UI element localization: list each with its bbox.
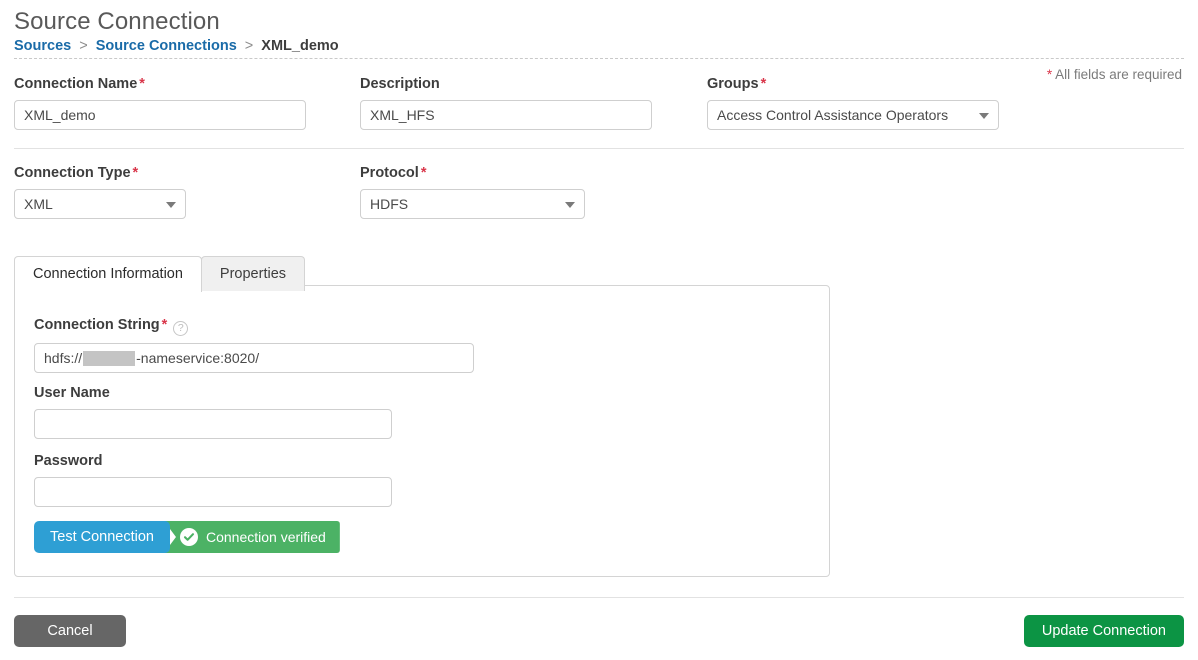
- label-user-name-text: User Name: [34, 385, 110, 401]
- breadcrumb: Sources > Source Connections > XML_demo: [14, 38, 339, 55]
- protocol-selected-value: HDFS: [370, 196, 409, 212]
- page-title: Source Connection: [14, 8, 220, 35]
- connection-information-panel: Connection String *? hdfs:// -nameservice:…: [14, 285, 830, 577]
- section-divider: [14, 148, 1184, 149]
- redaction-block: [83, 350, 136, 366]
- connection-name-required-star: *: [139, 76, 145, 92]
- required-note-text: All fields are required: [1055, 67, 1182, 82]
- connection-string-required-star: *: [161, 317, 168, 333]
- cancel-button[interactable]: Cancel: [14, 615, 126, 647]
- field-groups: Groups * Access Control Assistance Operat…: [707, 76, 999, 130]
- label-password-text: Password: [34, 453, 103, 469]
- check-circle-icon: [179, 528, 198, 546]
- user-name-input[interactable]: [34, 409, 392, 439]
- breadcrumb-current: XML_demo: [261, 38, 339, 54]
- label-description-text: Description: [360, 76, 440, 92]
- connection-verified-label: Connection verified: [205, 529, 326, 545]
- tab-bar: Connection Information Properties: [14, 256, 306, 292]
- groups-required-star: *: [760, 76, 767, 92]
- description-input[interactable]: [360, 100, 652, 130]
- connection-verified-badge: Connection verified: [163, 521, 340, 553]
- tab-connection-information[interactable]: Connection Information: [14, 256, 202, 292]
- connection-type-required-star: *: [132, 165, 139, 181]
- field-description: Description: [360, 76, 652, 130]
- connection-type-select[interactable]: XML: [14, 189, 186, 219]
- label-protocol-text: Protocol: [360, 165, 419, 181]
- field-connection-string: Connection String *? hdfs:// -nameservice:…: [34, 317, 474, 373]
- connection-type-selected-value: XML: [24, 196, 53, 212]
- breadcrumb-link-source-connections[interactable]: Source Connections: [96, 38, 237, 54]
- label-connection-type: Connection Type *: [14, 165, 186, 182]
- breadcrumb-separator-1: >: [79, 38, 88, 54]
- help-circle-icon[interactable]: ?: [173, 321, 189, 336]
- password-input[interactable]: [34, 477, 392, 507]
- protocol-required-star: *: [420, 165, 427, 181]
- label-protocol: Protocol *: [360, 165, 585, 182]
- label-description: Description: [360, 76, 652, 93]
- breadcrumb-divider: [14, 58, 1184, 59]
- chevron-down-icon: [166, 202, 176, 208]
- label-connection-name: Connection Name *: [14, 76, 306, 93]
- required-note-star: *: [1046, 67, 1053, 82]
- field-connection-type: Connection Type * XML: [14, 165, 186, 219]
- protocol-select[interactable]: HDFS: [360, 189, 585, 219]
- connection-string-suffix: -nameservice:8020/: [136, 350, 260, 366]
- required-fields-note: * All fields are required: [1047, 67, 1182, 82]
- footer-divider: [14, 597, 1184, 598]
- label-connection-string-text: Connection String: [34, 317, 160, 333]
- breadcrumb-link-sources[interactable]: Sources: [14, 38, 71, 54]
- label-groups: Groups *: [707, 76, 999, 93]
- field-password: Password: [34, 453, 392, 507]
- connection-name-input[interactable]: [14, 100, 306, 130]
- groups-select[interactable]: Access Control Assistance Operators: [707, 100, 999, 130]
- field-user-name: User Name: [34, 385, 392, 439]
- label-groups-text: Groups: [707, 76, 759, 92]
- label-password: Password: [34, 453, 392, 470]
- test-connection-button[interactable]: Test Connection: [34, 521, 170, 553]
- chevron-down-icon: [979, 113, 989, 119]
- test-connection-row: Test Connection Connection verified: [34, 521, 340, 553]
- label-connection-string: Connection String *?: [34, 317, 474, 336]
- field-connection-name: Connection Name *: [14, 76, 306, 130]
- breadcrumb-separator-2: >: [244, 38, 254, 54]
- source-connection-page: Source Connection Sources > Source Conne…: [0, 0, 1198, 660]
- label-connection-name-text: Connection Name: [14, 76, 138, 92]
- field-protocol: Protocol * HDFS: [360, 165, 585, 219]
- label-connection-type-text: Connection Type: [14, 165, 131, 181]
- update-connection-button[interactable]: Update Connection: [1023, 615, 1184, 647]
- connection-string-input[interactable]: hdfs:// -nameservice:8020/: [34, 343, 474, 373]
- label-user-name: User Name: [34, 385, 392, 402]
- groups-selected-value: Access Control Assistance Operators: [717, 107, 949, 123]
- tab-properties[interactable]: Properties: [200, 256, 306, 291]
- connection-string-prefix: hdfs://: [44, 350, 83, 366]
- chevron-down-icon: [565, 202, 575, 208]
